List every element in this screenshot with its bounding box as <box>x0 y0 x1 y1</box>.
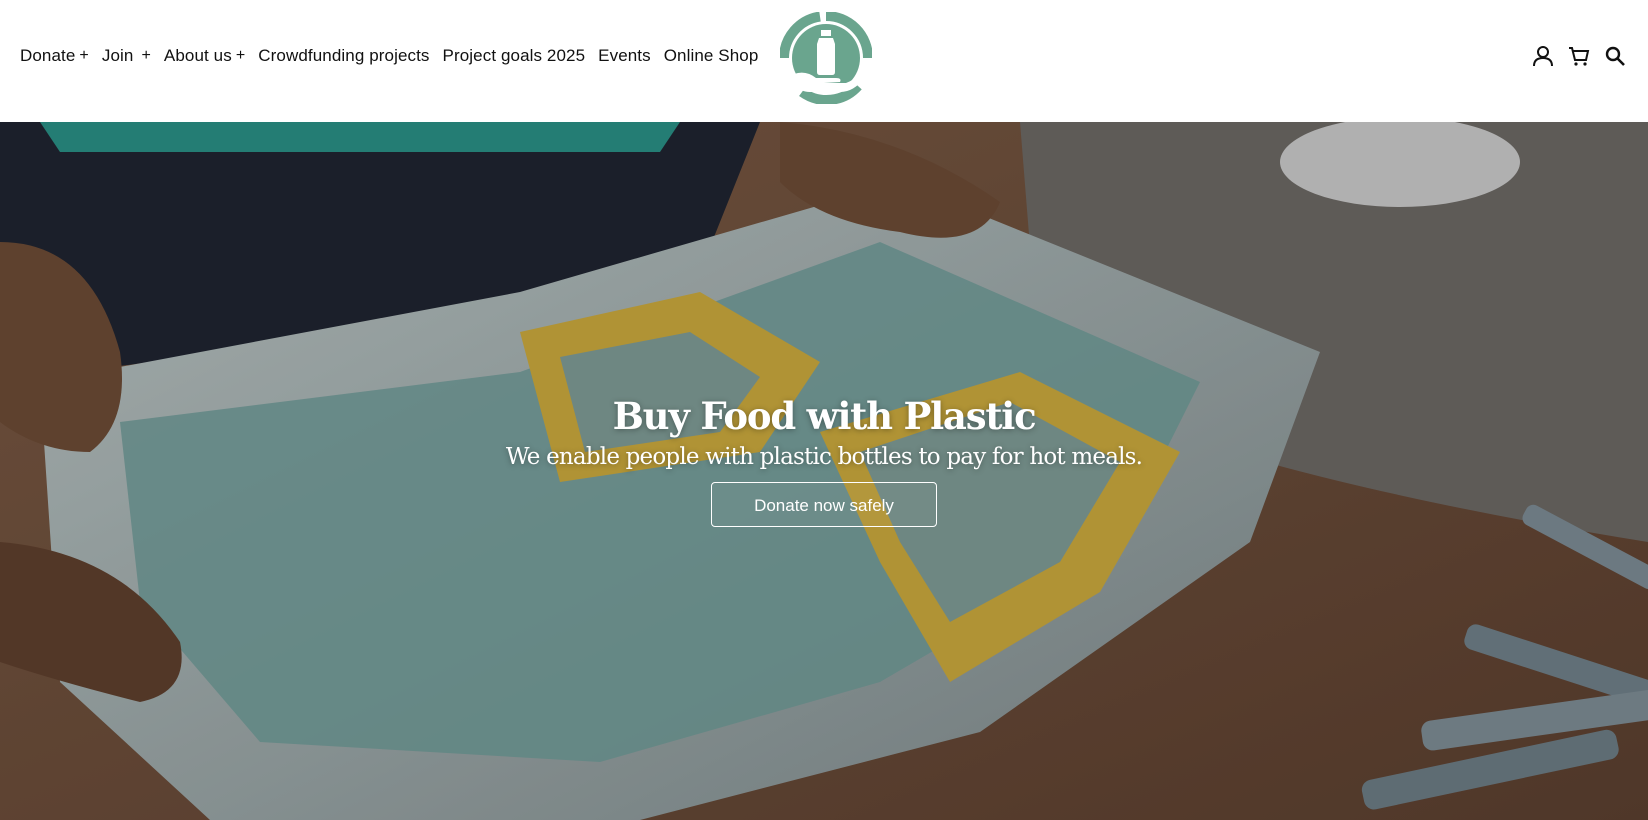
expand-plus-icon: + <box>79 47 89 64</box>
cart-icon[interactable] <box>1568 45 1590 67</box>
account-icon[interactable] <box>1532 45 1554 67</box>
expand-plus-icon: + <box>141 47 151 64</box>
search-icon[interactable] <box>1604 45 1626 67</box>
nav-donate-label: Donate <box>20 46 76 65</box>
hero-banner: Buy Food with Plastic We enable people w… <box>0 122 1648 820</box>
nav-project-goals-label: Project goals 2025 <box>442 46 586 65</box>
nav-crowdfunding-projects[interactable]: Crowdfunding projects <box>258 46 429 66</box>
header-actions <box>1532 45 1626 67</box>
nav-online-shop-label: Online Shop <box>663 46 759 65</box>
expand-plus-icon: + <box>235 47 246 64</box>
nav-events-label: Events <box>598 46 651 65</box>
nav-events[interactable]: Events <box>598 46 651 66</box>
hero-content: Buy Food with Plastic We enable people w… <box>0 394 1648 527</box>
nav-about-us-label: About us <box>163 46 232 65</box>
nav-online-shop[interactable]: Online Shop <box>664 46 759 66</box>
nav-project-goals[interactable]: Project goals 2025 <box>443 46 586 66</box>
hero-title: Buy Food with Plastic <box>612 394 1037 438</box>
nav-join[interactable]: Join + <box>102 46 151 66</box>
nav-crowdfunding-label: Crowdfunding projects <box>258 46 430 65</box>
donate-now-button[interactable]: Donate now safely <box>711 482 937 527</box>
main-nav: Donate + Join + About us + Crowdfunding … <box>20 46 771 66</box>
hand-with-bottle-recycle-logo-icon <box>779 11 873 106</box>
nav-join-label: Join <box>101 46 134 65</box>
nav-about-us[interactable]: About us + <box>164 46 245 66</box>
site-logo[interactable] <box>779 11 873 106</box>
site-header: Donate + Join + About us + Crowdfunding … <box>0 0 1648 122</box>
nav-donate[interactable]: Donate + <box>20 46 89 66</box>
hero-subtitle: We enable people with plastic bottles to… <box>505 444 1143 470</box>
